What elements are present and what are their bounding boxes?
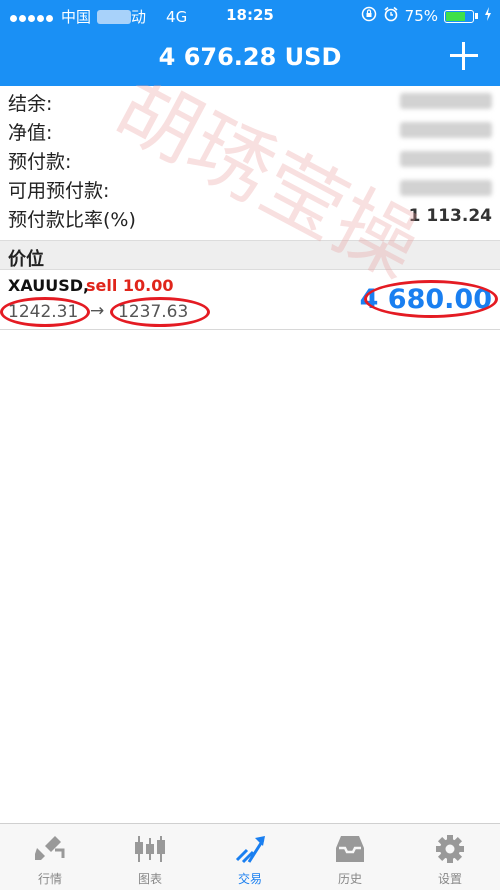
orientation-lock-icon xyxy=(361,6,377,26)
tab-trade[interactable]: 交易 xyxy=(200,824,300,890)
free-margin-row: 可用预付款: xyxy=(0,173,500,202)
margin-value-redacted xyxy=(400,151,492,167)
navigation-bar: 4 676.28 USD xyxy=(0,30,500,86)
battery-tip xyxy=(475,13,478,19)
tab-trade-label: 交易 xyxy=(237,872,262,886)
tab-settings[interactable]: 设置 xyxy=(400,824,500,890)
quotes-icon xyxy=(35,836,65,860)
free-margin-label: 可用预付款: xyxy=(8,180,110,202)
account-summary: 结余: 净值: 预付款: 可用预付款: 预付款比率(%) 1 113.24 xyxy=(0,86,500,231)
section-title: 价位 xyxy=(8,249,44,270)
history-icon xyxy=(336,836,364,862)
price-arrow: → xyxy=(90,301,105,321)
trade-icon xyxy=(235,836,265,864)
balance-value-redacted xyxy=(400,93,492,109)
balance-label: 结余: xyxy=(8,93,53,115)
position-symbol: XAUUSD, xyxy=(8,276,90,295)
equity-label: 净值: xyxy=(8,122,53,144)
settings-icon xyxy=(436,835,464,863)
annotation-circle-open-price xyxy=(0,297,90,327)
battery-percent: 75% xyxy=(404,7,438,25)
tab-quotes[interactable]: 行情 xyxy=(0,824,100,890)
position-type: sell 10.00 xyxy=(86,276,174,295)
tab-history[interactable]: 历史 xyxy=(300,824,400,890)
chart-icon xyxy=(135,836,165,862)
margin-row: 预付款: xyxy=(0,144,500,173)
equity-row: 净值: xyxy=(0,115,500,144)
new-order-button[interactable] xyxy=(448,40,480,72)
tab-settings-label: 设置 xyxy=(437,872,462,886)
free-margin-value-redacted xyxy=(400,180,492,196)
charging-icon xyxy=(484,7,492,25)
tab-quotes-label: 行情 xyxy=(37,872,62,886)
positions-section-header: 价位 xyxy=(0,240,500,270)
margin-label: 预付款: xyxy=(8,151,72,173)
annotation-circle-profit xyxy=(364,280,498,318)
equity-value-redacted xyxy=(400,122,492,138)
alarm-icon xyxy=(383,6,399,26)
annotation-circle-current-price xyxy=(110,297,210,327)
status-bar: 中国 动 4G 18:25 75% xyxy=(0,0,500,30)
tab-history-label: 历史 xyxy=(337,872,362,886)
margin-level-row: 预付款比率(%) 1 113.24 xyxy=(0,202,500,231)
tab-chart-label: 图表 xyxy=(137,872,162,886)
tab-chart[interactable]: 图表 xyxy=(100,824,200,890)
margin-level-label: 预付款比率(%) xyxy=(8,209,136,231)
battery-icon xyxy=(444,9,474,23)
balance-row: 结余: xyxy=(0,86,500,115)
margin-level-value: 1 113.24 xyxy=(408,206,492,226)
page-title: 4 676.28 USD xyxy=(158,43,342,71)
bottom-tab-bar: 行情 图表 交易 历史 设置 xyxy=(0,823,500,890)
status-indicators: 75% xyxy=(361,6,492,26)
